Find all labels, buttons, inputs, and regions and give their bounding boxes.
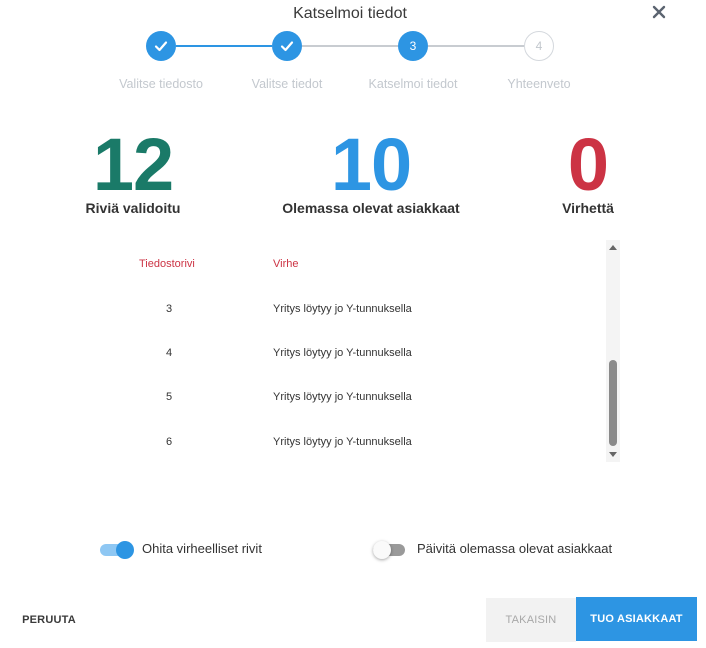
step-2-circle bbox=[272, 31, 302, 61]
stat-existing-value: 10 bbox=[330, 123, 412, 206]
skip-invalid-rows-label: Ohita virheelliset rivit bbox=[142, 541, 262, 556]
stat-validated-value: 12 bbox=[92, 123, 174, 206]
checkmark-icon bbox=[280, 41, 294, 52]
stat-errors-value: 0 bbox=[567, 123, 609, 206]
dialog-title: Katselmoi tiedot bbox=[293, 5, 407, 22]
stepper: 3 4 Valitse tiedosto Valitse tiedot Kats… bbox=[0, 30, 706, 100]
table-row-number: 4 bbox=[165, 347, 173, 359]
toggle-knob bbox=[373, 541, 391, 559]
back-button[interactable]: TAKAISIN bbox=[486, 598, 576, 642]
toggle-knob bbox=[116, 541, 134, 559]
table-row-error: Yritys löytyy jo Y-tunnuksella bbox=[273, 436, 412, 448]
table-row-number: 3 bbox=[165, 303, 173, 315]
error-table[interactable]: Tiedostorivi Virhe 3 Yritys löytyy jo Y-… bbox=[95, 240, 621, 462]
step-1-circle bbox=[146, 31, 176, 61]
import-customers-button[interactable]: TUO ASIAKKAAT bbox=[576, 597, 697, 641]
step-1-label: Valitse tiedosto bbox=[119, 77, 203, 91]
update-existing-label: Päivitä olemassa olevat asiakkaat bbox=[417, 541, 613, 556]
close-icon[interactable] bbox=[651, 4, 669, 24]
skip-invalid-rows-toggle[interactable] bbox=[100, 541, 134, 559]
table-row-number: 6 bbox=[165, 436, 173, 448]
step-connector-2 bbox=[302, 45, 398, 47]
step-3-circle: 3 bbox=[398, 31, 428, 61]
step-4-circle: 4 bbox=[524, 31, 554, 61]
table-row-error: Yritys löytyy jo Y-tunnuksella bbox=[273, 347, 412, 359]
scrollbar-thumb[interactable] bbox=[609, 360, 617, 446]
stat-existing-label: Olemassa olevat asiakkaat bbox=[282, 200, 460, 216]
update-existing-toggle[interactable] bbox=[373, 541, 407, 559]
step-3-label: Katselmoi tiedot bbox=[368, 77, 458, 91]
scroll-down-arrow-icon[interactable] bbox=[609, 452, 617, 457]
stat-validated: 12 Riviä validoitu bbox=[68, 123, 198, 217]
table-row-error: Yritys löytyy jo Y-tunnuksella bbox=[273, 303, 412, 315]
stat-existing: 10 Olemassa olevat asiakkaat bbox=[271, 123, 471, 217]
stat-errors: 0 Virhettä bbox=[548, 123, 628, 217]
column-header-row: Tiedostorivi bbox=[139, 258, 195, 270]
scroll-up-arrow-icon[interactable] bbox=[609, 245, 617, 250]
column-header-error: Virhe bbox=[273, 258, 299, 270]
step-2-label: Valitse tiedot bbox=[251, 77, 323, 91]
stat-validated-label: Riviä validoitu bbox=[85, 200, 181, 216]
step-connector-3 bbox=[428, 45, 524, 47]
table-scrollbar[interactable] bbox=[606, 240, 620, 462]
step-4-label: Yhteenveto bbox=[507, 77, 571, 91]
table-row-number: 5 bbox=[165, 391, 173, 403]
step-connector-1 bbox=[176, 45, 272, 47]
stat-errors-label: Virhettä bbox=[562, 200, 614, 216]
checkmark-icon bbox=[154, 41, 168, 52]
cancel-button[interactable]: PERUUTA bbox=[14, 598, 84, 642]
table-row-error: Yritys löytyy jo Y-tunnuksella bbox=[273, 391, 412, 403]
